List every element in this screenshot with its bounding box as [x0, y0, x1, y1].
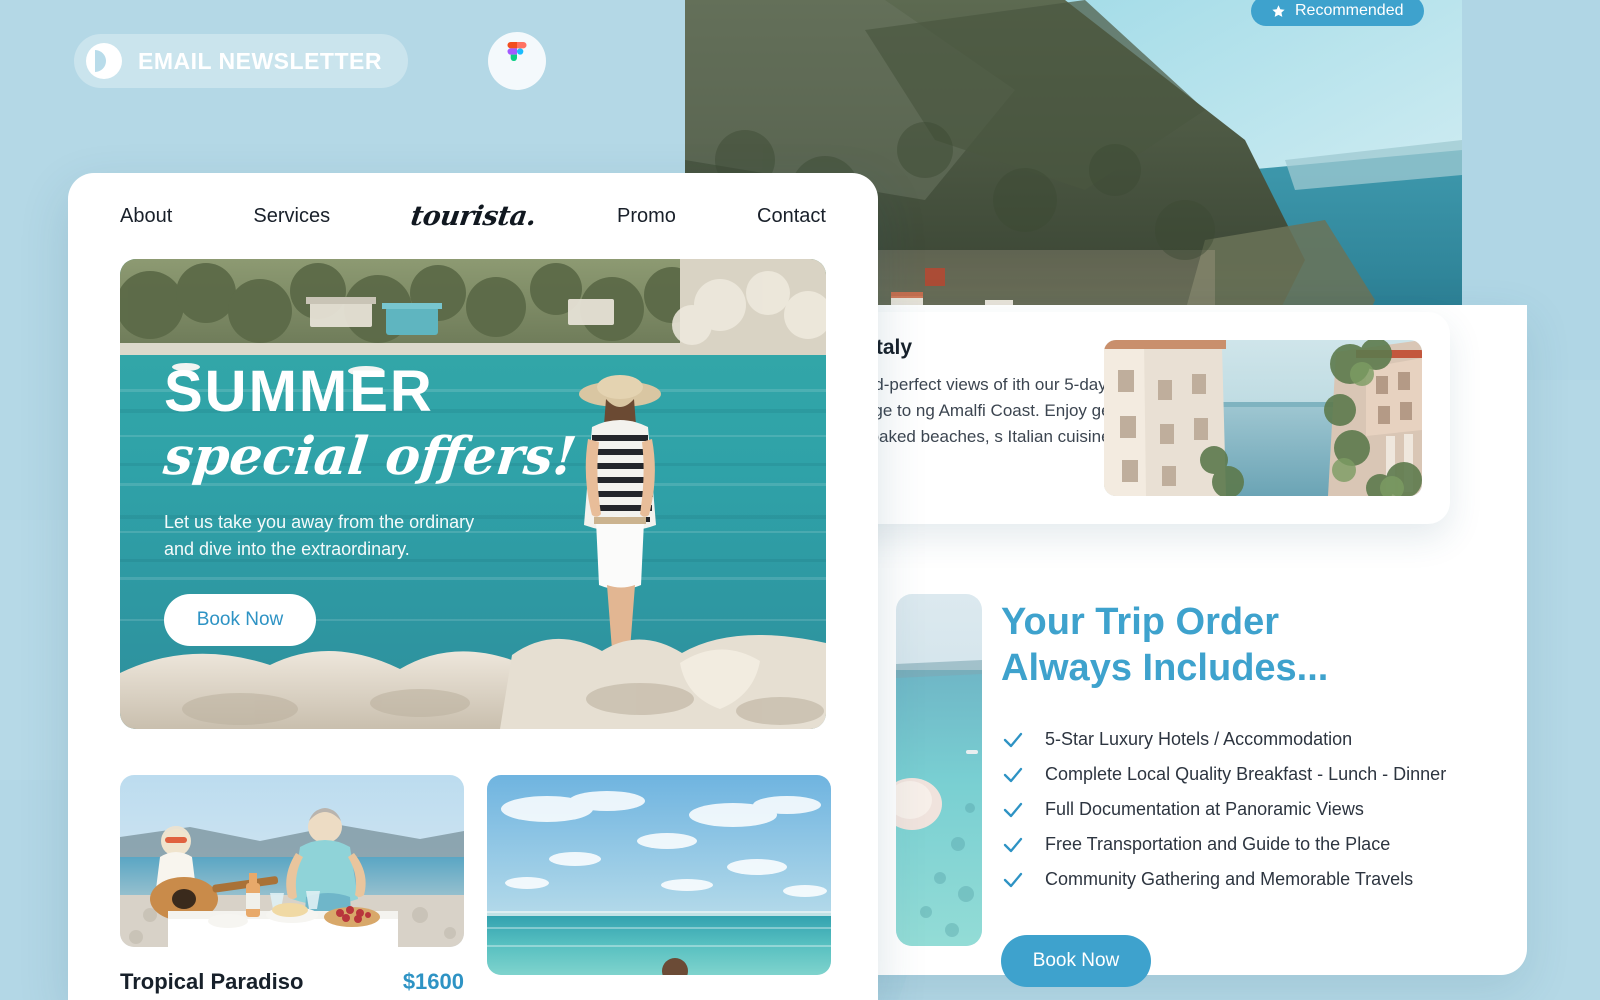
- check-icon: [1003, 732, 1023, 748]
- list-item-label: Free Transportation and Guide to the Pla…: [1045, 834, 1391, 855]
- trip-order-heading: Your Trip Order Always Includes...: [1001, 600, 1521, 692]
- list-item-label: 5-Star Luxury Hotels / Accommodation: [1045, 729, 1353, 750]
- package-card[interactable]: [487, 775, 831, 995]
- package-name: Tropical Paradiso: [120, 969, 304, 994]
- package-card[interactable]: Tropical Paradiso $1600: [120, 775, 464, 995]
- trip-order-thumbnail: [896, 594, 982, 946]
- recommended-label: Recommended: [1295, 2, 1404, 19]
- hero-script-title: special offers!: [160, 426, 580, 487]
- check-icon: [1003, 837, 1023, 853]
- list-item: Free Transportation and Guide to the Pla…: [1001, 833, 1521, 857]
- list-item-label: Full Documentation at Panoramic Views: [1045, 799, 1364, 820]
- email-newsletter-label: EMAIL NEWSLETTER: [138, 47, 382, 74]
- sandbar-island-illustration: [896, 594, 982, 946]
- nav-link-contact[interactable]: Contact: [757, 205, 826, 228]
- check-icon: [1003, 767, 1023, 783]
- hero-copy: SUMMER special offers! Let us take you a…: [160, 359, 580, 646]
- email-newsletter-badge: EMAIL NEWSLETTER: [74, 34, 408, 88]
- amalfi-alley-illustration: [1104, 340, 1422, 496]
- hero-banner: SUMMER special offers! Let us take you a…: [120, 259, 826, 729]
- brand-logo[interactable]: tourista.: [409, 201, 538, 232]
- list-item-label: Community Gathering and Memorable Travel…: [1045, 869, 1414, 890]
- list-item: 5-Star Luxury Hotels / Accommodation: [1001, 728, 1521, 752]
- nav-link-services[interactable]: Services: [253, 205, 330, 228]
- list-item: Full Documentation at Panoramic Views: [1001, 798, 1521, 822]
- hero-book-now-button[interactable]: Book Now: [164, 593, 316, 646]
- list-item: Complete Local Quality Breakfast - Lunch…: [1001, 763, 1521, 787]
- hero-kicker: SUMMER: [164, 359, 434, 424]
- nav-link-promo[interactable]: Promo: [617, 205, 676, 228]
- check-icon: [1003, 872, 1023, 888]
- p-mark-icon: [86, 43, 122, 79]
- star-icon: [1272, 4, 1285, 17]
- nav-link-about[interactable]: About: [120, 205, 172, 228]
- trip-order-list: 5-Star Luxury Hotels / Accommodation Com…: [1001, 728, 1521, 892]
- trip-order-heading-line2: Always Includes...: [1001, 646, 1329, 689]
- package-meta: Tropical Paradiso $1600: [120, 969, 464, 995]
- aerial-sea-illustration: [487, 775, 831, 975]
- trip-order-heading-line1: Your Trip Order: [1001, 601, 1280, 643]
- figma-icon: [507, 42, 527, 61]
- list-item: Community Gathering and Memorable Travel…: [1001, 868, 1521, 892]
- figma-badge[interactable]: [488, 32, 546, 90]
- hero-subtitle: Let us take you away from the ordinary a…: [164, 511, 475, 560]
- amalfi-card-thumbnail: [1104, 340, 1422, 496]
- package-image: [120, 775, 464, 947]
- package-image: [487, 775, 831, 975]
- page-root: Recommended ast, Italy ostcard-perfect v…: [0, 0, 1600, 1000]
- package-price: $1600: [402, 969, 464, 994]
- main-navigation: About Services tourista. Promo Contact: [68, 173, 878, 232]
- beach-picnic-illustration: [120, 775, 464, 947]
- trip-order-book-now-button[interactable]: Book Now: [1001, 934, 1151, 987]
- package-thumbnails: Tropical Paradiso $1600: [68, 729, 878, 995]
- recommended-badge[interactable]: Recommended: [1251, 0, 1424, 26]
- trip-order-section: Your Trip Order Always Includes... 5-Sta…: [1001, 600, 1521, 987]
- check-icon: [1003, 802, 1023, 818]
- list-item-label: Complete Local Quality Breakfast - Lunch…: [1045, 764, 1447, 785]
- newsletter-card: About Services tourista. Promo Contact S…: [68, 173, 878, 1000]
